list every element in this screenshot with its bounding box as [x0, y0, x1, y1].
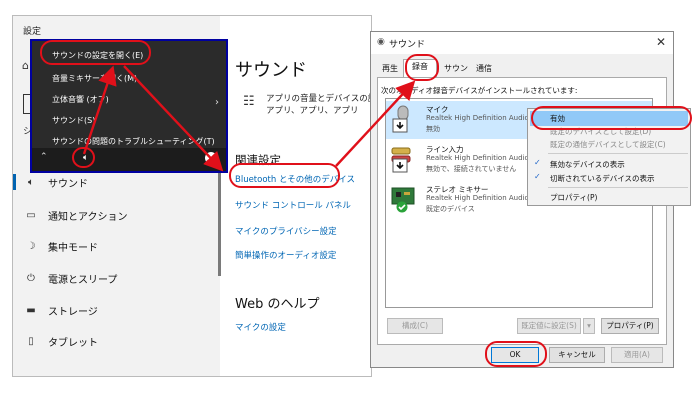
arrow-menu-to-panel-link [123, 65, 224, 172]
arrow-tray-to-menu [82, 65, 117, 155]
arrow-panel-link-to-tab [335, 80, 416, 167]
annotation-arrows [82, 65, 416, 172]
tutorial-screenshot: 設定 ⌂ シ 🔈︎ サウンド ▭ 通知とアクション ☽ 集中モード ⏻ 電源とス… [0, 0, 700, 407]
